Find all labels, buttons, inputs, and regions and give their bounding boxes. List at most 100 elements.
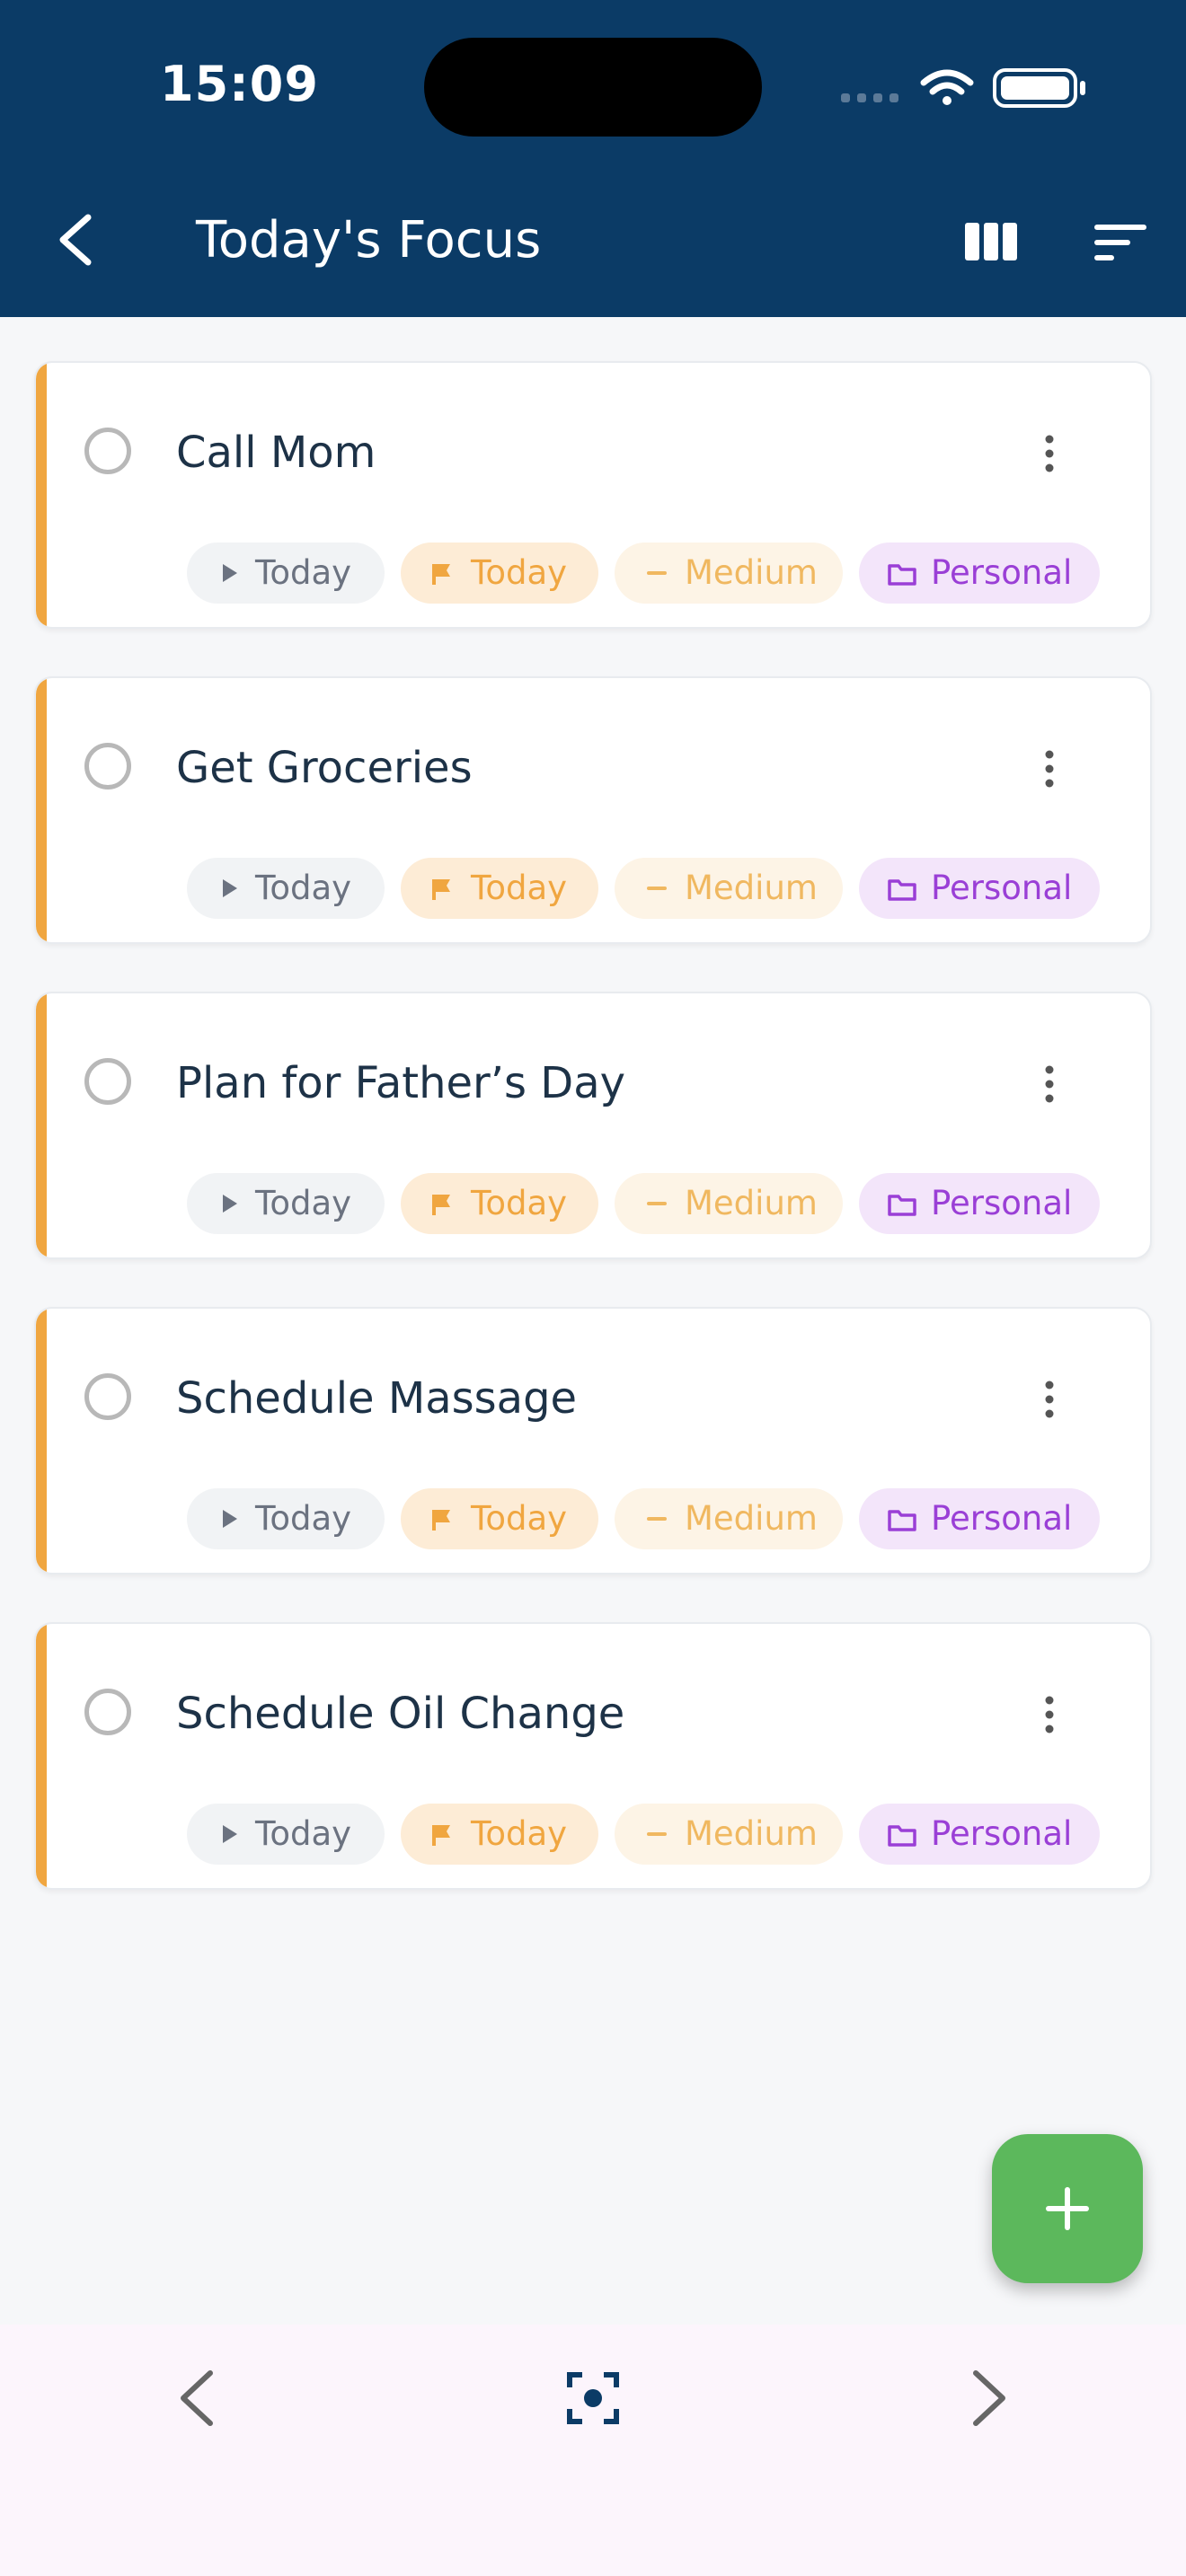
task-card[interactable]: Call Mom Today Today Medium Personal: [34, 361, 1152, 629]
priority-label: Medium: [685, 553, 818, 592]
due-date-chip[interactable]: Today: [401, 1173, 598, 1234]
project-chip[interactable]: Personal: [859, 1488, 1100, 1549]
due-date-label: Today: [471, 1814, 568, 1853]
play-icon: [223, 1825, 237, 1843]
more-vert-icon[interactable]: [1042, 1381, 1057, 1418]
project-label: Personal: [931, 869, 1073, 907]
priority-chip[interactable]: Medium: [615, 1804, 843, 1865]
project-label: Personal: [931, 1814, 1073, 1853]
due-date-label: Today: [471, 1499, 568, 1538]
project-chip[interactable]: Personal: [859, 858, 1100, 919]
project-chip[interactable]: Personal: [859, 1804, 1100, 1865]
play-icon: [223, 879, 237, 897]
start-date-chip[interactable]: Today: [187, 1804, 385, 1865]
priority-accent-bar: [36, 1309, 47, 1573]
due-date-label: Today: [471, 1184, 568, 1222]
due-date-chip[interactable]: Today: [401, 1488, 598, 1549]
dash-icon: [647, 1517, 667, 1521]
page-title: Today's Focus: [196, 211, 542, 269]
complete-checkbox[interactable]: [84, 1689, 131, 1735]
start-date-label: Today: [255, 1814, 352, 1853]
back-icon[interactable]: [54, 212, 99, 268]
dash-icon: [647, 1832, 667, 1836]
due-date-chip[interactable]: Today: [401, 1804, 598, 1865]
due-date-label: Today: [471, 553, 568, 592]
play-icon: [223, 564, 237, 582]
sort-icon[interactable]: [1094, 225, 1146, 260]
flag-icon: [432, 564, 450, 585]
start-date-label: Today: [255, 869, 352, 907]
flag-icon: [432, 1195, 450, 1215]
nav-forward-icon[interactable]: [969, 2369, 1010, 2427]
folder-icon: [888, 1825, 916, 1847]
project-chip[interactable]: Personal: [859, 1173, 1100, 1234]
play-icon: [223, 1195, 237, 1213]
task-title: Get Groceries: [176, 743, 473, 793]
task-card[interactable]: Schedule Massage Today Today Medium Pers…: [34, 1307, 1152, 1575]
task-title: Schedule Massage: [176, 1373, 578, 1424]
project-label: Personal: [931, 1184, 1073, 1222]
folder-icon: [888, 879, 916, 901]
focus-icon[interactable]: [566, 2371, 620, 2425]
priority-label: Medium: [685, 1499, 818, 1538]
dash-icon: [647, 1202, 667, 1205]
due-date-label: Today: [471, 869, 568, 907]
priority-chip[interactable]: Medium: [615, 543, 843, 604]
priority-chip[interactable]: Medium: [615, 858, 843, 919]
cellular-signal-icon: [841, 93, 898, 102]
dynamic-island: [424, 38, 762, 137]
start-date-label: Today: [255, 1499, 352, 1538]
add-task-button[interactable]: [992, 2134, 1143, 2283]
status-time: 15:09: [160, 56, 319, 112]
priority-label: Medium: [685, 869, 818, 907]
start-date-label: Today: [255, 553, 352, 592]
start-date-chip[interactable]: Today: [187, 543, 385, 604]
more-vert-icon[interactable]: [1042, 1696, 1057, 1734]
nav-back-icon[interactable]: [176, 2369, 217, 2427]
project-chip[interactable]: Personal: [859, 543, 1100, 604]
more-vert-icon[interactable]: [1042, 750, 1057, 788]
priority-accent-bar: [36, 993, 47, 1257]
app-header: 15:09 Today's Focus: [0, 0, 1186, 317]
priority-chip[interactable]: Medium: [615, 1488, 843, 1549]
project-label: Personal: [931, 1499, 1073, 1538]
start-date-chip[interactable]: Today: [187, 1488, 385, 1549]
start-date-chip[interactable]: Today: [187, 1173, 385, 1234]
task-title: Schedule Oil Change: [176, 1689, 625, 1739]
dash-icon: [647, 887, 667, 890]
priority-accent-bar: [36, 363, 47, 627]
flag-icon: [432, 1825, 450, 1846]
plus-icon: [1046, 2187, 1089, 2230]
columns-icon[interactable]: [965, 223, 1017, 260]
complete-checkbox[interactable]: [84, 743, 131, 790]
priority-label: Medium: [685, 1814, 818, 1853]
due-date-chip[interactable]: Today: [401, 543, 598, 604]
dash-icon: [647, 571, 667, 575]
task-title: Plan for Father’s Day: [176, 1058, 626, 1108]
more-vert-icon[interactable]: [1042, 1065, 1057, 1103]
folder-icon: [888, 1510, 916, 1531]
folder-icon: [888, 1195, 916, 1216]
bottom-nav-bar: [0, 2325, 1186, 2576]
more-vert-icon[interactable]: [1042, 435, 1057, 472]
task-card[interactable]: Get Groceries Today Today Medium Persona…: [34, 676, 1152, 944]
task-card[interactable]: Schedule Oil Change Today Today Medium P…: [34, 1622, 1152, 1890]
due-date-chip[interactable]: Today: [401, 858, 598, 919]
start-date-chip[interactable]: Today: [187, 858, 385, 919]
complete-checkbox[interactable]: [84, 1058, 131, 1105]
task-title: Call Mom: [176, 428, 376, 478]
task-card[interactable]: Plan for Father’s Day Today Today Medium…: [34, 992, 1152, 1259]
folder-icon: [888, 564, 916, 586]
priority-chip[interactable]: Medium: [615, 1173, 843, 1234]
complete-checkbox[interactable]: [84, 428, 131, 474]
priority-accent-bar: [36, 678, 47, 942]
project-label: Personal: [931, 553, 1073, 592]
start-date-label: Today: [255, 1184, 352, 1222]
status-icons: [841, 68, 1085, 108]
priority-label: Medium: [685, 1184, 818, 1222]
flag-icon: [432, 879, 450, 900]
priority-accent-bar: [36, 1624, 47, 1888]
play-icon: [223, 1510, 237, 1528]
battery-icon: [993, 68, 1085, 108]
complete-checkbox[interactable]: [84, 1373, 131, 1420]
